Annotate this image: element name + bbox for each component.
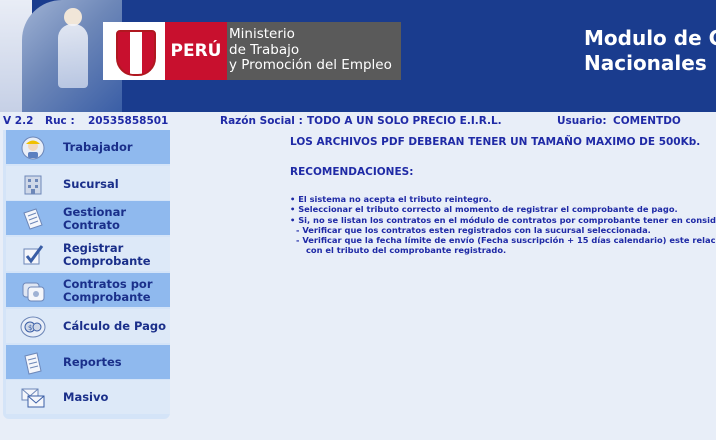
photo-figure (58, 24, 88, 88)
report-icon (24, 352, 42, 375)
recommendation-item: con el tributo del comprobante registrad… (306, 245, 507, 256)
sidebar-item-label-line: Contratos por (63, 277, 153, 291)
module-title-line: Nacionales (584, 51, 707, 75)
info-bar: V 2.2 Ruc : 20535858501 Razón Social : T… (0, 112, 716, 130)
sidebar-item-label-line: Gestionar (63, 205, 127, 219)
building-icon (24, 175, 42, 195)
sidebar-item-label: Cálculo de Pago (63, 319, 167, 333)
sidebar-item-label: Contratos por Comprobante (63, 278, 153, 303)
envelopes-icon (21, 388, 45, 408)
sidebar-item-contratos-por-comprobante[interactable]: Contratos por Comprobante (6, 273, 170, 307)
recommendation-item: • El sistema no acepta el tributo reinte… (290, 194, 492, 204)
contracts-icon (22, 282, 45, 302)
sidebar-item-label: Masivo (63, 390, 109, 404)
ruc-label: Ruc : (45, 115, 75, 127)
document-icon (23, 208, 43, 230)
sidebar-item-label: Trabajador (63, 140, 133, 154)
usuario-label: Usuario: (557, 115, 607, 127)
sidebar-item-label: Reportes (63, 355, 122, 369)
razon-social-value: TODO A UN SOLO PRECIO E.I.R.L. (307, 115, 502, 127)
recommendations-list: • El sistema no acepta el tributo reinte… (290, 194, 716, 256)
module-title: Modulo de C Nacionales (584, 26, 716, 76)
recommendations-title: RECOMENDACIONES: (290, 166, 414, 178)
logo-country: PERÚ (165, 22, 227, 80)
sidebar-item-label: Gestionar Contrato (63, 206, 126, 231)
recommendation-item: - Verificar que la fecha límite de envío… (296, 235, 716, 246)
sidebar-item-label: Registrar Comprobante (63, 242, 151, 267)
sidebar-menu: Trabajador Sucursal Gestionar Contrato R… (3, 130, 170, 419)
sidebar-item-label: Sucursal (63, 177, 119, 191)
recommendation-item: • Seleccionar el tributo correcto al mom… (290, 204, 678, 215)
recommendation-item: - Verificar que los contratos esten regi… (296, 224, 651, 235)
sidebar-item-reportes[interactable]: Reportes (6, 345, 170, 379)
sidebar-item-masivo[interactable]: Masivo (6, 380, 170, 414)
sidebar-item-calculo-de-pago[interactable]: $ Cálculo de Pago (6, 309, 170, 343)
ministry-logo: PERÚ Ministerio de Trabajo y Promoción d… (103, 22, 401, 80)
coins-icon: $ (20, 316, 46, 338)
pdf-size-notice: LOS ARCHIVOS PDF DEBERAN TENER UN TAMAÑO… (290, 136, 701, 148)
worker-icon (21, 136, 45, 160)
ministry-line: Ministerio (229, 26, 295, 42)
module-title-line: Modulo de C (584, 26, 716, 50)
ministry-line: y Promoción del Empleo (229, 57, 392, 73)
coat-of-arms-icon (103, 22, 165, 80)
sidebar-item-label-line: Comprobante (63, 289, 151, 304)
sidebar-item-sucursal[interactable]: Sucursal (6, 166, 170, 200)
sidebar-item-label-line: Comprobante (63, 253, 151, 268)
version-label: V 2.2 (3, 115, 34, 127)
ministry-line: de Trabajo (229, 41, 300, 58)
sidebar-item-label-line: Contrato (63, 217, 120, 232)
recommendation-item: • Si, no se listan los contratos en el m… (290, 214, 716, 225)
sidebar-item-trabajador[interactable]: Trabajador (6, 130, 170, 164)
usuario-value: COMENTDO (613, 115, 681, 127)
checkmark-icon (23, 245, 44, 265)
razon-social-label: Razón Social : (220, 115, 303, 127)
ruc-value: 20535858501 (88, 115, 169, 127)
sidebar-item-label-line: Registrar (63, 241, 124, 255)
svg-text:$: $ (28, 324, 32, 332)
ministry-name: Ministerio de Trabajo y Promoción del Em… (229, 26, 392, 74)
sidebar-item-gestionar-contrato[interactable]: Gestionar Contrato (6, 201, 170, 235)
sidebar-item-registrar-comprobante[interactable]: Registrar Comprobante (6, 237, 170, 271)
header-banner: PERÚ Ministerio de Trabajo y Promoción d… (0, 0, 716, 112)
